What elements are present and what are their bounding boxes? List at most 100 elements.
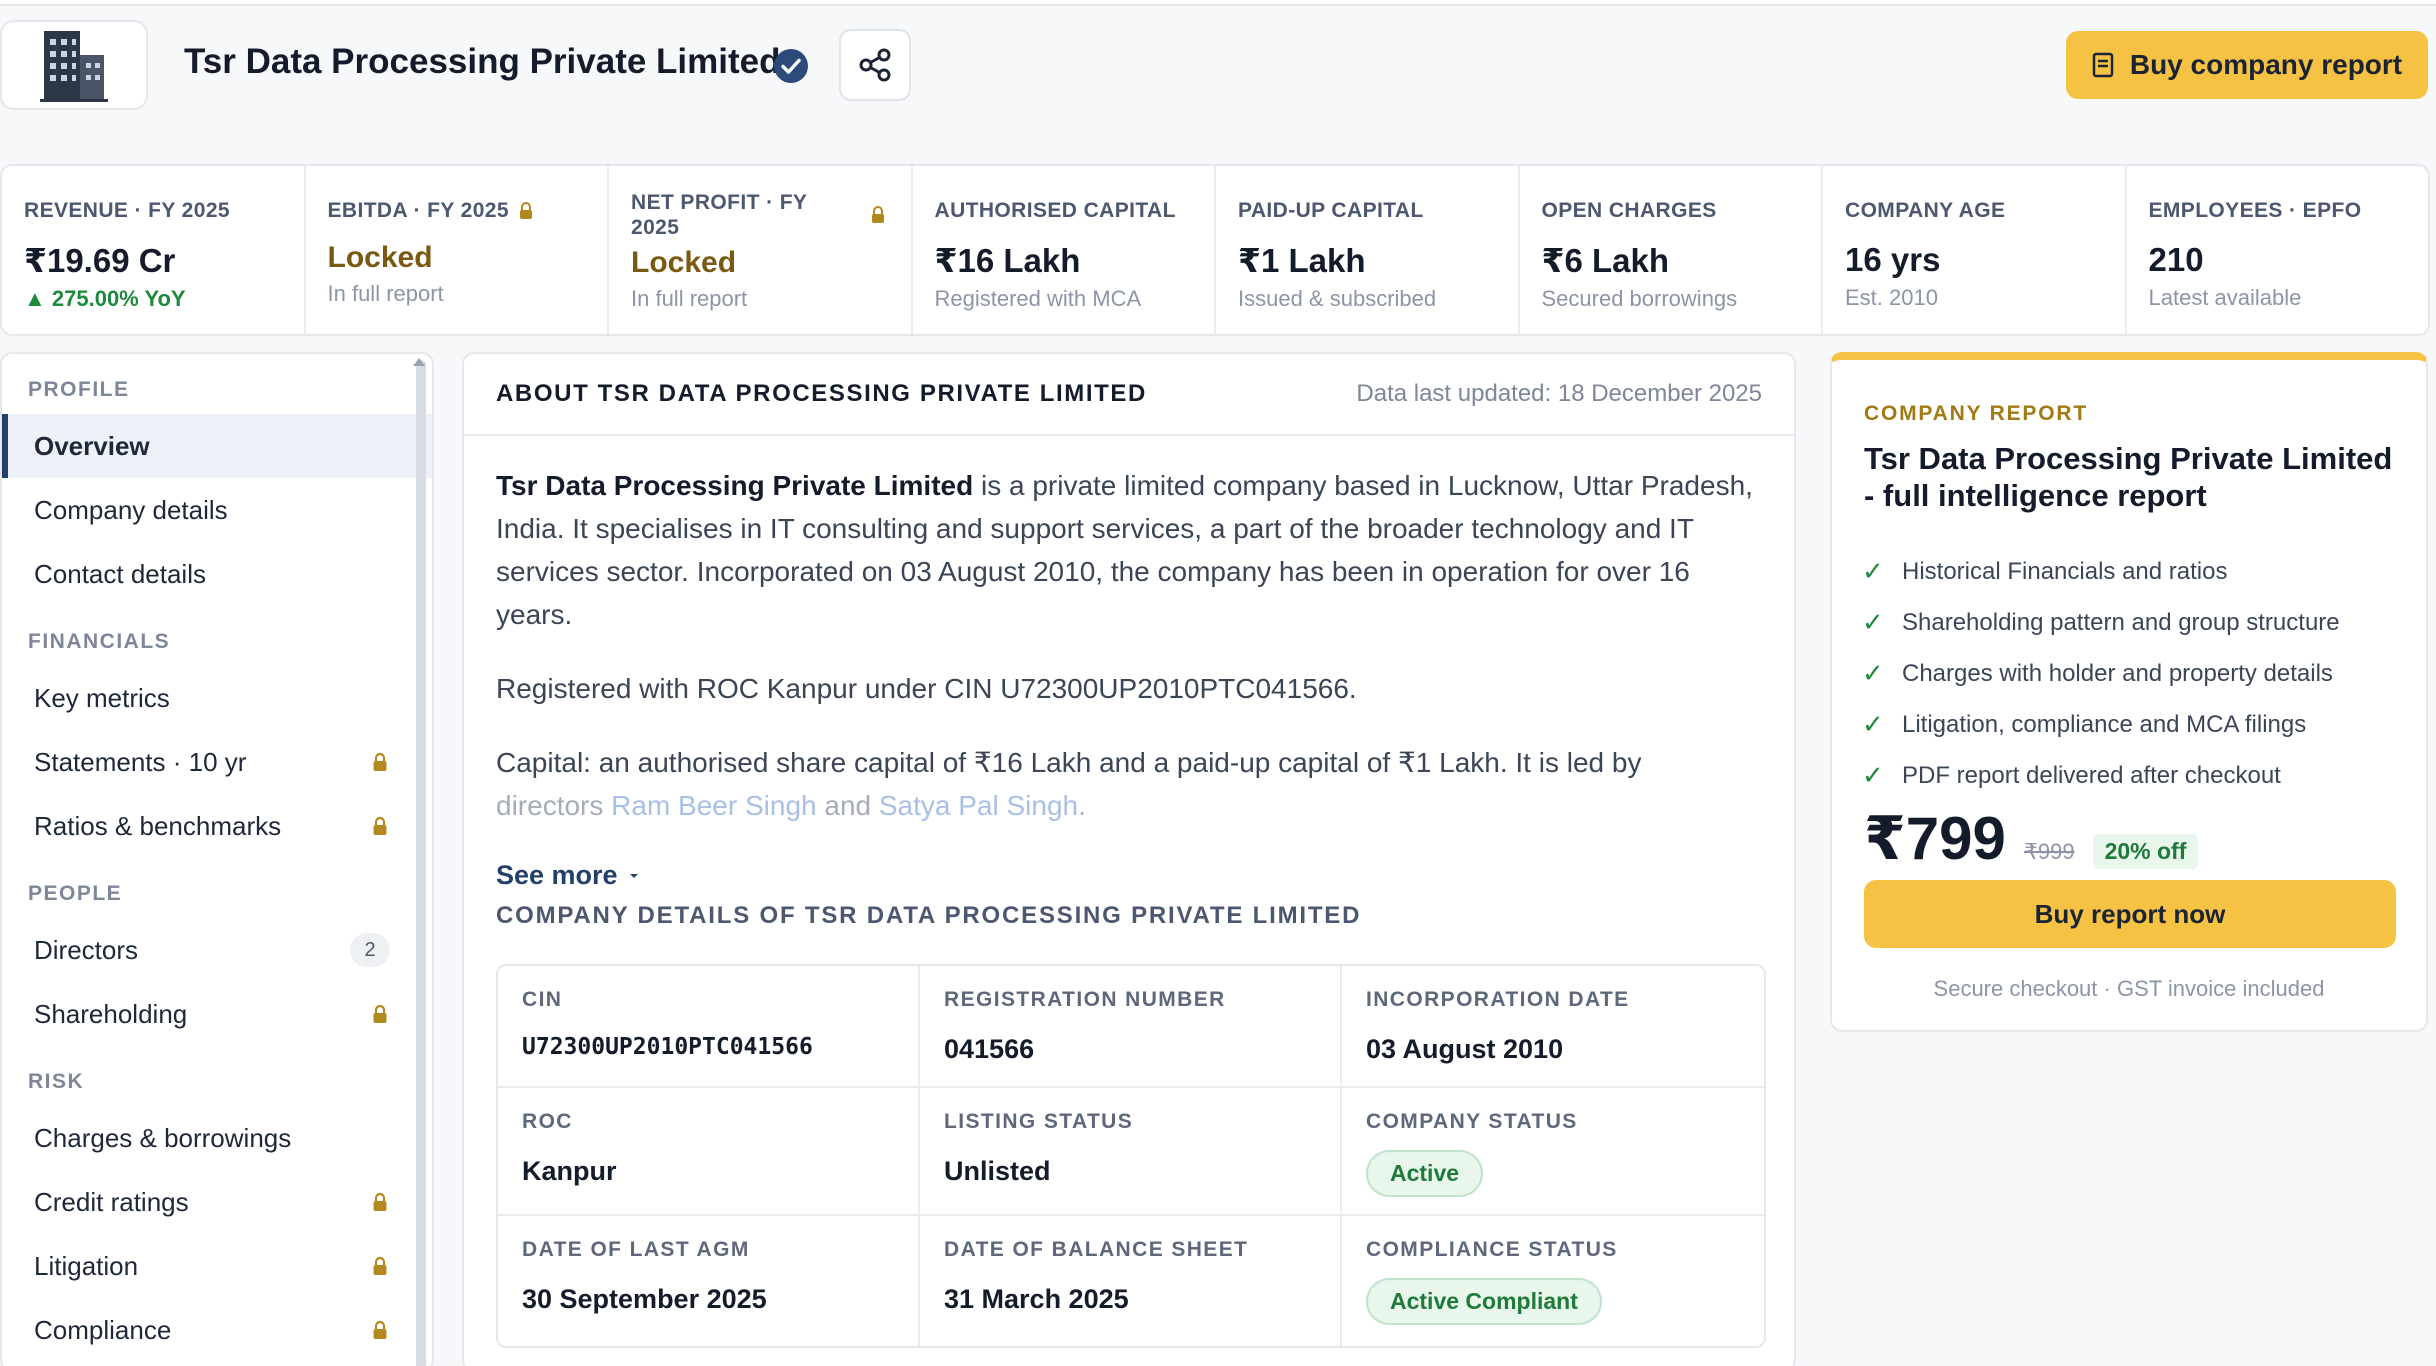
buy-report-now-button[interactable]: Buy report now bbox=[1864, 880, 2396, 948]
detail-value: 03 August 2010 bbox=[1366, 1034, 1564, 1064]
metric-company-age: COMPANY AGE 16 yrs Est. 2010 bbox=[1823, 166, 2127, 334]
verified-badge-icon bbox=[774, 49, 808, 83]
sidebar-item-directors[interactable]: Directors 2 bbox=[2, 918, 432, 982]
detail-roc: ROC Kanpur bbox=[498, 1088, 920, 1216]
metric-employees: EMPLOYEES · EPFO 210 Latest available bbox=[2127, 166, 2429, 334]
about-description: Tsr Data Processing Private Limited is a… bbox=[464, 436, 1794, 827]
share-button[interactable] bbox=[839, 29, 911, 101]
metric-sub: Est. 2010 bbox=[1845, 285, 1938, 310]
sidebar-item-label: Company details bbox=[34, 494, 228, 525]
list-item: ✓ Historical Financials and ratios bbox=[1862, 546, 2340, 597]
detail-value: U72300UP2010PTC041566 bbox=[522, 1034, 813, 1060]
detail-cin: CIN U72300UP2010PTC041566 bbox=[498, 966, 920, 1088]
lock-icon bbox=[519, 202, 532, 220]
metric-sub: Registered with MCA bbox=[934, 286, 1142, 311]
metric-value: 16 yrs bbox=[1845, 241, 1941, 278]
sidebar-item-label: Key metrics bbox=[34, 682, 170, 713]
sidebar-item-ratios-benchmarks[interactable]: Ratios & benchmarks bbox=[2, 794, 432, 858]
check-icon: ✓ bbox=[1862, 760, 1884, 790]
sidebar-item-key-metrics[interactable]: Key metrics bbox=[2, 666, 432, 730]
sidebar-item-label: Shareholding bbox=[34, 998, 188, 1029]
metric-label: NET PROFIT · FY 2025 bbox=[631, 191, 807, 239]
list-item: ✓ Litigation, compliance and MCA filings bbox=[1862, 699, 2340, 750]
detail-value: 31 March 2025 bbox=[944, 1284, 1129, 1314]
sidebar-section-risk: RISK bbox=[28, 1070, 85, 1093]
detail-label: INCORPORATION DATE bbox=[1366, 988, 1630, 1011]
metric-sub: Issued & subscribed bbox=[1238, 286, 1437, 311]
sidebar-item-shareholding[interactable]: Shareholding bbox=[2, 982, 432, 1046]
sidebar-item-credit-ratings[interactable]: Credit ratings bbox=[2, 1170, 432, 1234]
sidebar-section-financials: FINANCIALS bbox=[28, 630, 171, 653]
sidebar-item-overview[interactable]: Overview bbox=[2, 414, 432, 478]
about-paragraph-intro: Tsr Data Processing Private Limited is a… bbox=[496, 464, 1762, 636]
detail-value: Kanpur bbox=[522, 1156, 617, 1186]
about-paragraph-capital: Capital: an authorised share capital of … bbox=[496, 741, 1762, 827]
share-icon bbox=[859, 48, 891, 82]
discount-badge: 20% off bbox=[2092, 834, 2199, 869]
original-price: ₹999 bbox=[2023, 839, 2075, 864]
check-icon: ✓ bbox=[1862, 709, 1884, 739]
buy-company-report-label: Buy company report bbox=[2129, 49, 2403, 80]
sidebar-item-compliance[interactable]: Compliance bbox=[2, 1298, 432, 1362]
metric-sub: Secured borrowings bbox=[1541, 286, 1738, 311]
detail-listing-status: LISTING STATUS Unlisted bbox=[920, 1088, 1342, 1216]
list-item: ✓ Shareholding pattern and group structur… bbox=[1862, 597, 2340, 648]
company-details-grid: CIN U72300UP2010PTC041566 REGISTRATION N… bbox=[496, 964, 1766, 1348]
detail-label: DATE OF BALANCE SHEET bbox=[944, 1238, 1249, 1261]
report-title: Tsr Data Processing Private Limited - fu… bbox=[1864, 441, 2393, 513]
scroll-up-arrow-icon[interactable] bbox=[413, 358, 425, 366]
metric-value: ₹16 Lakh bbox=[934, 242, 1081, 279]
metric-ebitda[interactable]: EBITDA · FY 2025 Locked In full report bbox=[306, 166, 609, 334]
lock-icon bbox=[373, 752, 387, 771]
lock-icon bbox=[373, 1256, 387, 1275]
lock-icon bbox=[373, 1320, 387, 1339]
metric-yoy-change: ▲ 275.00% YoY bbox=[24, 286, 186, 311]
metric-value: ₹6 Lakh bbox=[1541, 242, 1670, 279]
detail-compliance-status: COMPLIANCE STATUS Active Compliant bbox=[1342, 1216, 1764, 1346]
capital-text: Capital: an authorised share capital of … bbox=[496, 747, 1642, 778]
buy-company-report-button[interactable]: Buy company report bbox=[2066, 31, 2428, 99]
director-link-ram-beer-singh[interactable]: Ram Beer Singh bbox=[611, 790, 816, 821]
directors-word: directors bbox=[496, 790, 604, 821]
sidebar-item-label: Compliance bbox=[34, 1314, 172, 1345]
feature-text: Shareholding pattern and group structure bbox=[1902, 608, 2340, 636]
detail-label: DATE OF LAST AGM bbox=[522, 1238, 750, 1261]
director-link-satya-pal-singh[interactable]: Satya Pal Singh bbox=[879, 790, 1078, 821]
detail-label: CIN bbox=[522, 988, 563, 1011]
metric-label: AUTHORISED CAPITAL bbox=[934, 199, 1176, 222]
about-paragraph-registration: Registered with ROC Kanpur under CIN U72… bbox=[496, 673, 1357, 704]
metric-value: Locked bbox=[327, 241, 433, 274]
sidebar-item-contact-details[interactable]: Contact details bbox=[2, 542, 432, 606]
check-icon: ✓ bbox=[1862, 556, 1884, 586]
detail-incorporation-date: INCORPORATION DATE 03 August 2010 bbox=[1342, 966, 1764, 1088]
metric-label: REVENUE · FY 2025 bbox=[24, 199, 230, 222]
report-kicker: COMPANY REPORT bbox=[1864, 402, 2088, 425]
metric-authorised-capital: AUTHORISED CAPITAL ₹16 Lakh Registered w… bbox=[913, 166, 1216, 334]
sidebar-section-profile: PROFILE bbox=[28, 378, 130, 401]
metric-label: EMPLOYEES · EPFO bbox=[2148, 199, 2362, 222]
metric-net-profit[interactable]: NET PROFIT · FY 2025 Locked In full repo… bbox=[609, 166, 913, 334]
sidebar-item-litigation[interactable]: Litigation bbox=[2, 1234, 432, 1298]
sidebar-item-charges-borrowings[interactable]: Charges & borrowings bbox=[2, 1106, 432, 1170]
key-metrics-strip: REVENUE · FY 2025 ₹19.69 Cr ▲ 275.00% Yo… bbox=[0, 164, 2430, 336]
detail-registration-number: REGISTRATION NUMBER 041566 bbox=[920, 966, 1342, 1088]
detail-label: COMPLIANCE STATUS bbox=[1366, 1238, 1618, 1261]
detail-value: 041566 bbox=[944, 1034, 1035, 1064]
about-title: ABOUT TSR DATA PROCESSING PRIVATE LIMITE… bbox=[496, 380, 1147, 407]
sidebar-scrollbar[interactable] bbox=[416, 360, 426, 1366]
metric-open-charges: OPEN CHARGES ₹6 Lakh Secured borrowings bbox=[1520, 166, 1823, 334]
check-icon: ✓ bbox=[1862, 607, 1884, 637]
detail-label: REGISTRATION NUMBER bbox=[944, 988, 1226, 1011]
metric-paid-up-capital: PAID-UP CAPITAL ₹1 Lakh Issued & subscri… bbox=[1216, 166, 1520, 334]
sidebar-item-statements[interactable]: Statements · 10 yr bbox=[2, 730, 432, 794]
see-more-button[interactable]: See more bbox=[496, 860, 640, 891]
status-badge: Active bbox=[1366, 1150, 1484, 1197]
sidebar-item-label: Directors bbox=[34, 934, 139, 965]
metric-label: COMPANY AGE bbox=[1845, 199, 2006, 222]
report-feature-list: ✓ Historical Financials and ratios ✓ Share… bbox=[1862, 546, 2340, 801]
caret-down-icon bbox=[629, 873, 638, 878]
detail-last-agm: DATE OF LAST AGM 30 September 2025 bbox=[498, 1216, 920, 1346]
lock-icon bbox=[373, 1004, 387, 1023]
metric-value: ₹19.69 Cr bbox=[24, 242, 176, 279]
sidebar-item-company-details[interactable]: Company details bbox=[2, 478, 432, 542]
